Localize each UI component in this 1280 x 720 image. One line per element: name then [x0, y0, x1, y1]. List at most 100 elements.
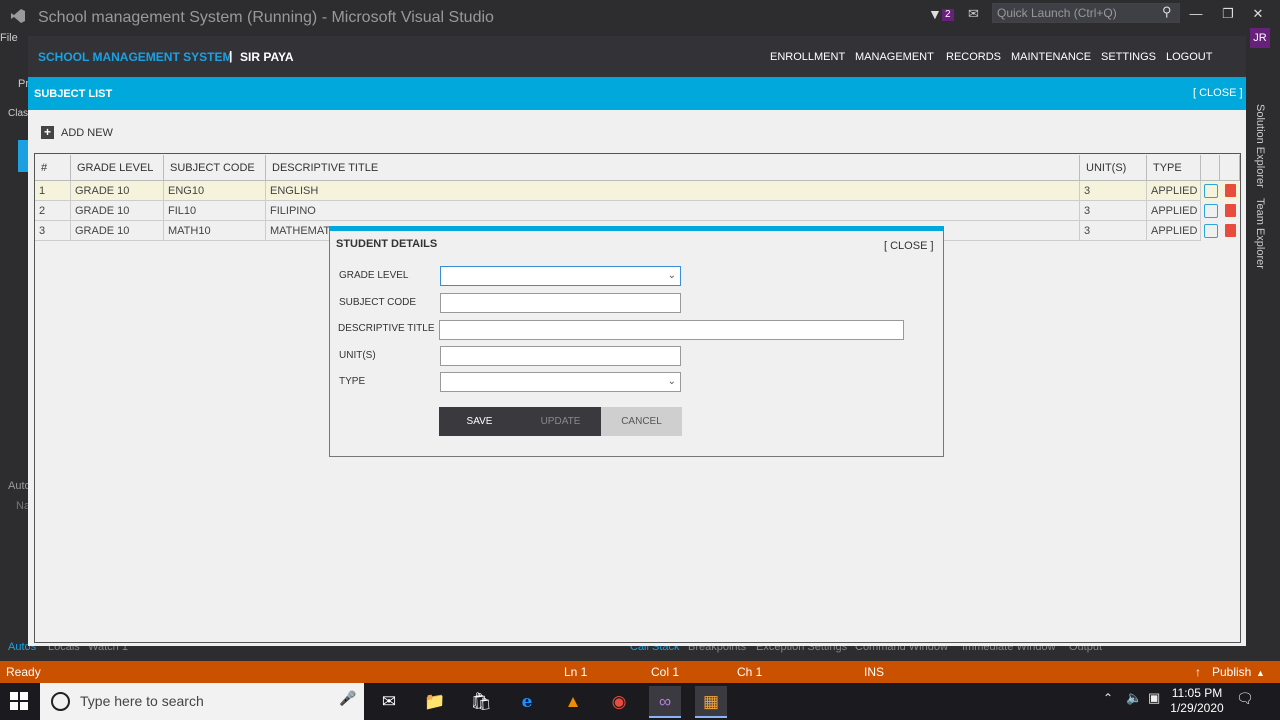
quick-launch-input[interactable]: Quick Launch (Ctrl+Q)	[992, 3, 1180, 23]
app-title: SCHOOL MANAGEMENT SYSTEM	[38, 50, 233, 64]
tray-chevron-up-icon[interactable]: ⌃	[1103, 691, 1113, 705]
dialog-close-button[interactable]: [ CLOSE ]	[884, 240, 934, 252]
window-title: School management System (Running) - Mic…	[38, 9, 494, 26]
table-cell: FILIPINO	[266, 201, 1080, 221]
running-app-taskbar-icon[interactable]: ▦	[695, 686, 727, 718]
status-column: Col 1	[651, 665, 680, 679]
edit-icon[interactable]	[1204, 224, 1218, 238]
file-explorer-icon[interactable]: 📁	[419, 686, 451, 718]
chevron-down-icon: ⌄	[667, 376, 676, 387]
speaker-icon[interactable]: 🔈	[1126, 690, 1142, 706]
left-dock-rail	[0, 46, 28, 661]
edit-icon[interactable]	[1204, 184, 1218, 198]
edge-browser-icon[interactable]: e	[511, 686, 543, 718]
page-title: SUBJECT LIST	[34, 88, 113, 100]
add-new-button[interactable]: ADD NEW	[61, 127, 113, 139]
nav-logout[interactable]: LOGOUT	[1166, 51, 1212, 63]
table-cell: 2	[35, 201, 71, 221]
table-cell: 3	[1080, 181, 1147, 201]
subject-code-label: SUBJECT CODE	[339, 297, 417, 308]
publish-button[interactable]: Publish	[1212, 665, 1251, 679]
column-header-number[interactable]: #	[35, 155, 71, 181]
descriptive-title-label: DESCRIPTIVE TITLE	[338, 323, 435, 334]
status-line: Ln 1	[564, 665, 588, 679]
status-ready: Ready	[6, 665, 41, 679]
table-cell: GRADE 10	[71, 221, 164, 241]
status-ins: INS	[864, 665, 885, 679]
delete-icon[interactable]	[1225, 204, 1236, 217]
table-cell: APPLIED	[1147, 221, 1201, 241]
search-icon[interactable]: ⚲	[1162, 4, 1172, 20]
visual-studio-logo-icon	[11, 9, 25, 23]
windows-start-icon[interactable]	[10, 692, 28, 710]
file-menu[interactable]: File	[0, 32, 28, 46]
status-bar	[0, 661, 1280, 683]
grade-level-select[interactable]: ⌄	[440, 266, 681, 286]
notification-count-badge[interactable]: 2	[942, 9, 954, 21]
left-panel-marker	[18, 140, 28, 172]
column-header-units[interactable]: UNIT(S)	[1080, 155, 1147, 181]
close-window-icon[interactable]: ✕	[1248, 6, 1268, 22]
delete-icon[interactable]	[1225, 184, 1236, 197]
column-header-delete	[1220, 155, 1240, 181]
chrome-icon[interactable]: ◉	[603, 686, 635, 718]
chevron-down-icon: ⌄	[667, 270, 676, 281]
publish-up-arrow-icon[interactable]: ↑	[1195, 665, 1201, 679]
cancel-button[interactable]: CANCEL	[601, 407, 682, 436]
column-header-edit	[1201, 155, 1220, 181]
tab-solution-explorer[interactable]: Solution Explorer	[1254, 104, 1266, 188]
publish-caret-icon[interactable]: ▲	[1256, 668, 1265, 678]
dialog-title: STUDENT DETAILS	[336, 238, 438, 250]
current-user: SIR PAYA	[240, 50, 294, 64]
notification-flag-icon[interactable]: ▼	[928, 6, 942, 22]
network-icon[interactable]: ▣	[1148, 690, 1160, 706]
nav-records[interactable]: RECORDS	[946, 51, 1001, 63]
table-cell: ENGLISH	[266, 181, 1080, 201]
avatar[interactable]: JR	[1250, 28, 1270, 48]
subject-code-field[interactable]	[440, 293, 681, 313]
table-cell: 1	[35, 181, 71, 201]
microphone-icon[interactable]: 🎤	[339, 690, 356, 707]
left-panel-tab[interactable]: Clas	[8, 108, 28, 119]
edit-icon[interactable]	[1204, 204, 1218, 218]
system-clock[interactable]: 11:05 PM 1/29/2020	[1170, 686, 1224, 716]
column-header-descriptive-title[interactable]: DESCRIPTIVE TITLE	[266, 155, 1080, 181]
cortana-icon	[51, 692, 70, 711]
panel-close-button[interactable]: [ CLOSE ]	[1193, 87, 1243, 99]
type-label: TYPE	[339, 376, 366, 387]
table-cell: ENG10	[164, 181, 266, 201]
table-cell: APPLIED	[1147, 181, 1201, 201]
save-button[interactable]: SAVE	[439, 407, 520, 436]
column-header-grade-level[interactable]: GRADE LEVEL	[71, 155, 164, 181]
nav-management[interactable]: MANAGEMENT	[855, 51, 934, 63]
units-field[interactable]	[440, 346, 681, 366]
clock-date: 1/29/2020	[1170, 701, 1224, 715]
type-select[interactable]: ⌄	[440, 372, 681, 392]
nav-enrollment[interactable]: ENROLLMENT	[770, 51, 845, 63]
column-header-type[interactable]: TYPE	[1147, 155, 1201, 181]
table-cell: GRADE 10	[71, 181, 164, 201]
panel-title-bar	[28, 77, 1246, 110]
column-header-subject-code[interactable]: SUBJECT CODE	[164, 155, 266, 181]
nav-maintenance[interactable]: MAINTENANCE	[1011, 51, 1091, 63]
descriptive-title-field[interactable]	[439, 320, 904, 340]
add-icon[interactable]: +	[41, 126, 54, 139]
update-button[interactable]: UPDATE	[520, 407, 601, 436]
clock-time: 11:05 PM	[1171, 686, 1223, 700]
table-cell: FIL10	[164, 201, 266, 221]
feedback-icon[interactable]: ✉	[968, 6, 979, 22]
visual-studio-taskbar-icon[interactable]: ∞	[649, 686, 681, 718]
store-icon[interactable]: 🛍	[465, 686, 497, 718]
delete-icon[interactable]	[1225, 224, 1236, 237]
table-cell: APPLIED	[1147, 201, 1201, 221]
units-label: UNIT(S)	[339, 350, 376, 361]
restore-icon[interactable]: ❐	[1218, 6, 1238, 22]
action-center-icon[interactable]: 🗨	[1236, 690, 1254, 707]
minimize-icon[interactable]: —	[1186, 6, 1206, 21]
header-separator: |	[229, 49, 233, 63]
tab-team-explorer[interactable]: Team Explorer	[1254, 198, 1266, 269]
nav-settings[interactable]: SETTINGS	[1101, 51, 1156, 63]
mail-app-icon[interactable]: ✉	[373, 686, 405, 718]
taskbar-search-placeholder[interactable]: Type here to search	[80, 693, 204, 709]
vlc-icon[interactable]: ▲	[557, 686, 589, 718]
